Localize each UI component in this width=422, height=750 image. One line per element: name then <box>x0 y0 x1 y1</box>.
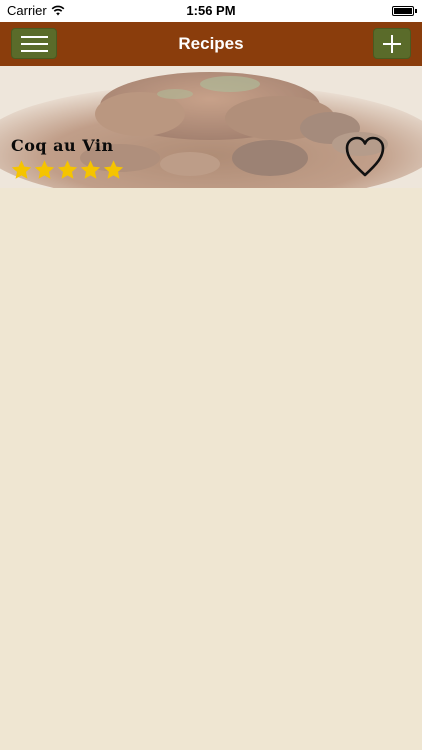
page-title: Recipes <box>178 34 244 53</box>
rating-stars <box>10 159 125 181</box>
star-icon <box>80 160 101 179</box>
star-icon <box>103 160 124 179</box>
battery-icon <box>392 6 414 16</box>
star-icon <box>34 160 55 179</box>
status-time: 1:56 PM <box>186 3 236 18</box>
add-recipe-button[interactable] <box>373 28 411 59</box>
nav-bar: Recipes <box>0 22 422 66</box>
star-icon <box>57 160 78 179</box>
heart-outline-icon[interactable] <box>345 136 385 178</box>
status-bar: Carrier 1:56 PM <box>0 0 422 22</box>
battery-tip <box>415 9 417 13</box>
star-icon <box>11 160 32 179</box>
recipe-name: Coq au Vin <box>11 136 114 155</box>
